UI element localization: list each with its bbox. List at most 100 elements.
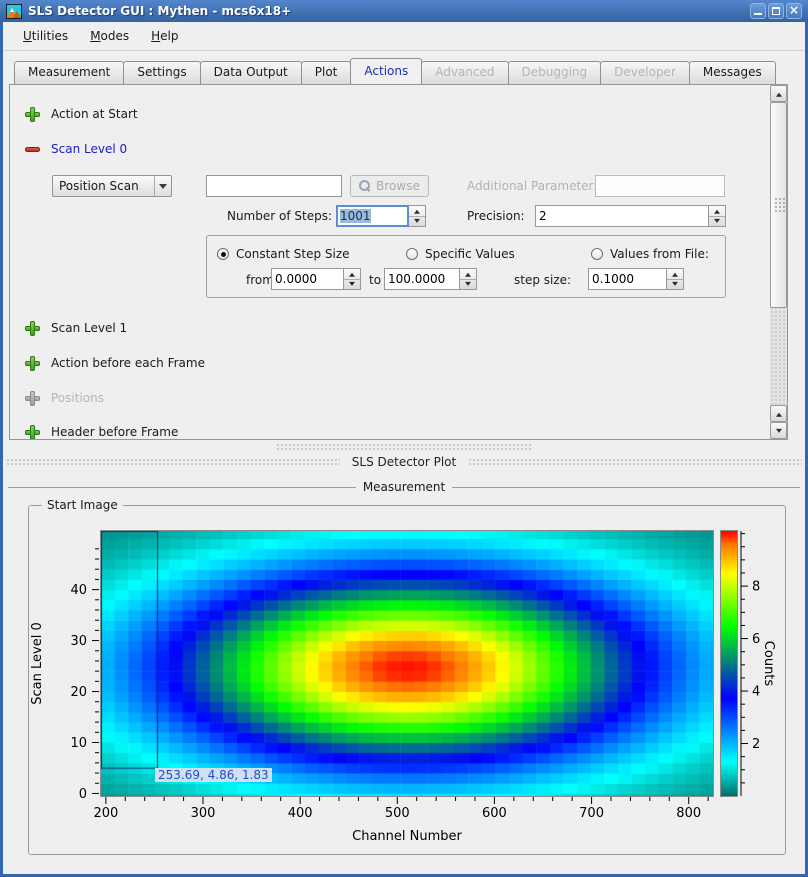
add-icon-disabled bbox=[25, 391, 40, 406]
spin-buttons bbox=[460, 268, 477, 290]
spin-down-button[interactable] bbox=[709, 216, 725, 227]
from-input[interactable] bbox=[271, 268, 344, 290]
plot-dock-titlebar[interactable]: SLS Detector Plot bbox=[6, 453, 802, 470]
add-icon bbox=[25, 321, 40, 336]
radio-selected-icon bbox=[217, 248, 229, 260]
scan-mode-select[interactable]: Position Scan bbox=[52, 175, 172, 197]
scan-mode-value: Position Scan bbox=[53, 176, 154, 196]
tab-developer: Developer bbox=[600, 61, 690, 84]
action-item-label: Header before Frame bbox=[51, 425, 178, 439]
tab-plot[interactable]: Plot bbox=[301, 61, 352, 84]
spin-up-button[interactable] bbox=[460, 269, 476, 279]
arrow-up-icon bbox=[349, 270, 355, 277]
spin-buttons bbox=[709, 205, 726, 227]
additional-parameter-input bbox=[595, 175, 725, 197]
spin-buttons bbox=[667, 268, 684, 290]
scrollbar-thumb[interactable] bbox=[770, 102, 787, 308]
number-of-steps-field[interactable]: 1001 bbox=[336, 205, 409, 227]
measurement-group-title: Measurement bbox=[356, 480, 452, 494]
action-item-label: Action at Start bbox=[51, 107, 138, 121]
radio-label: Values from File: bbox=[610, 247, 709, 261]
scroll-up-button[interactable] bbox=[770, 85, 787, 102]
spin-up-button[interactable] bbox=[344, 269, 360, 279]
action-item-scan-level-0[interactable]: Scan Level 0 bbox=[25, 140, 127, 158]
tab-data-output[interactable]: Data Output bbox=[200, 61, 302, 84]
precision-spinbox[interactable] bbox=[535, 205, 726, 227]
colorbar bbox=[720, 530, 738, 797]
spin-down-button[interactable] bbox=[460, 279, 476, 290]
close-button[interactable]: × bbox=[786, 3, 802, 19]
from-spinbox[interactable] bbox=[271, 268, 361, 290]
browse-button-label: Browse bbox=[376, 179, 420, 193]
to-spinbox[interactable] bbox=[384, 268, 477, 290]
step-size-input[interactable] bbox=[588, 268, 667, 290]
maximize-icon bbox=[772, 7, 780, 15]
radio-specific-values[interactable]: Specific Values bbox=[406, 246, 515, 262]
number-of-steps-spinbox[interactable]: 1001 bbox=[336, 205, 426, 227]
spin-up-button[interactable] bbox=[709, 206, 725, 216]
to-input[interactable] bbox=[384, 268, 460, 290]
heatmap-canvas[interactable] bbox=[100, 530, 714, 797]
arrow-up-icon bbox=[672, 270, 678, 277]
add-icon bbox=[25, 107, 40, 122]
cursor-readout: 253.69, 4.86, 1.83 bbox=[155, 768, 272, 782]
menu-utilities[interactable]: Utilities bbox=[14, 26, 77, 46]
action-item-header-before-frame[interactable]: Header before Frame bbox=[25, 423, 178, 440]
action-item-label: Action before each Frame bbox=[51, 356, 205, 370]
radio-constant-step-size[interactable]: Constant Step Size bbox=[217, 246, 350, 262]
splitter-handle[interactable] bbox=[276, 443, 532, 450]
to-label: to bbox=[369, 273, 381, 289]
scroll-up-button-bottom[interactable] bbox=[770, 405, 787, 422]
window-controls: × bbox=[750, 3, 802, 19]
precision-label: Precision: bbox=[467, 209, 525, 225]
arrow-up-icon bbox=[465, 270, 471, 277]
action-item-action-at-start[interactable]: Action at Start bbox=[25, 105, 138, 123]
tab-actions[interactable]: Actions bbox=[350, 58, 422, 84]
tab-advanced: Advanced bbox=[421, 61, 508, 84]
spin-down-button[interactable] bbox=[667, 279, 683, 290]
arrow-down-icon bbox=[414, 219, 420, 226]
app-icon bbox=[6, 4, 22, 19]
radio-label: Constant Step Size bbox=[236, 247, 350, 261]
remove-icon bbox=[25, 142, 40, 157]
dock-texture bbox=[468, 458, 802, 466]
close-icon: × bbox=[787, 3, 801, 17]
minimize-button[interactable] bbox=[750, 3, 766, 19]
menubar: UtilitiesModesHelp bbox=[3, 22, 805, 51]
menu-modes[interactable]: Modes bbox=[81, 26, 138, 46]
dock-texture bbox=[6, 458, 340, 466]
radio-label: Specific Values bbox=[425, 247, 515, 261]
vertical-scrollbar[interactable] bbox=[770, 85, 787, 439]
spin-down-button[interactable] bbox=[344, 279, 360, 290]
titlebar[interactable]: SLS Detector GUI : Mythen - mcs6x18+ × bbox=[0, 0, 808, 22]
grip-dots-icon bbox=[774, 197, 785, 213]
chevron-down-icon bbox=[154, 176, 171, 196]
spin-down-button[interactable] bbox=[409, 216, 425, 227]
arrow-down-icon bbox=[465, 282, 471, 289]
spin-up-button[interactable] bbox=[667, 269, 683, 279]
menu-help[interactable]: Help bbox=[142, 26, 187, 46]
additional-parameter-label: Additional Parameter: bbox=[467, 179, 597, 195]
maximize-button[interactable] bbox=[768, 3, 784, 19]
measurement-group-header: Measurement bbox=[8, 479, 800, 495]
number-of-steps-value: 1001 bbox=[340, 209, 371, 223]
action-item-action-before-each-frame[interactable]: Action before each Frame bbox=[25, 354, 205, 372]
scan-script-input[interactable] bbox=[206, 175, 342, 197]
arrow-down-icon bbox=[776, 428, 782, 435]
spin-buttons bbox=[344, 268, 361, 290]
radio-values-from-file[interactable]: Values from File: bbox=[591, 246, 709, 262]
precision-input[interactable] bbox=[535, 205, 709, 227]
arrow-up-icon bbox=[414, 207, 420, 214]
step-mode-groupbox: Constant Step Size Specific Values Value… bbox=[206, 235, 726, 298]
tab-messages[interactable]: Messages bbox=[689, 61, 776, 84]
spin-up-button[interactable] bbox=[409, 206, 425, 216]
action-item-label: Scan Level 0 bbox=[51, 142, 127, 156]
tab-measurement[interactable]: Measurement bbox=[14, 61, 124, 84]
tab-bar: MeasurementSettingsData OutputPlotAction… bbox=[14, 58, 775, 84]
window-border bbox=[0, 22, 3, 877]
tab-settings[interactable]: Settings bbox=[123, 61, 200, 84]
action-item-scan-level-1[interactable]: Scan Level 1 bbox=[25, 319, 127, 337]
arrow-down-icon bbox=[672, 282, 678, 289]
step-size-spinbox[interactable] bbox=[588, 268, 684, 290]
scroll-down-button[interactable] bbox=[770, 422, 787, 439]
